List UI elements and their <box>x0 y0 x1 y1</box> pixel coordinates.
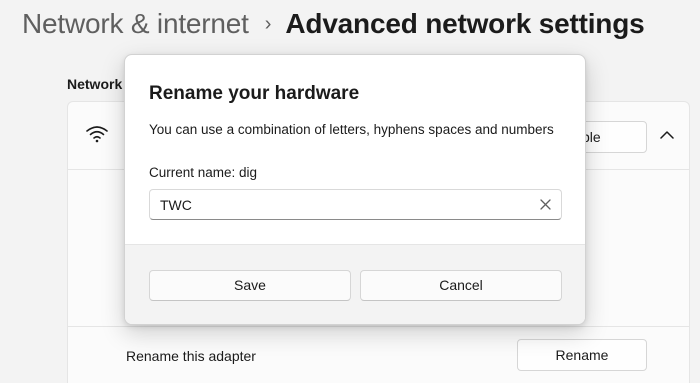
breadcrumb: Network & internet › Advanced network se… <box>22 8 645 40</box>
dialog-title: Rename your hardware <box>149 83 360 104</box>
chevron-up-icon[interactable] <box>660 130 674 140</box>
rename-dialog: Rename your hardware You can use a combi… <box>124 54 586 325</box>
wifi-icon <box>86 126 108 143</box>
save-button[interactable]: Save <box>149 270 351 301</box>
dialog-description: You can use a combination of letters, hy… <box>149 122 554 137</box>
dialog-footer: Save Cancel <box>125 244 585 324</box>
rename-adapter-label: Rename this adapter <box>126 348 256 364</box>
page-title: Advanced network settings <box>285 8 645 39</box>
settings-page: Network & internet › Advanced network se… <box>0 0 700 383</box>
breadcrumb-parent[interactable]: Network & internet <box>22 8 249 40</box>
cancel-button[interactable]: Cancel <box>360 270 562 301</box>
rename-adapter-row: Rename this adapter Rename <box>68 326 689 383</box>
name-input[interactable] <box>160 190 520 219</box>
breadcrumb-separator: › <box>264 12 272 35</box>
close-icon[interactable] <box>540 199 551 210</box>
name-input-container <box>149 189 562 220</box>
section-label: Network <box>67 76 123 92</box>
current-name-label: Current name: dig <box>149 165 258 180</box>
rename-button[interactable]: Rename <box>517 339 647 371</box>
